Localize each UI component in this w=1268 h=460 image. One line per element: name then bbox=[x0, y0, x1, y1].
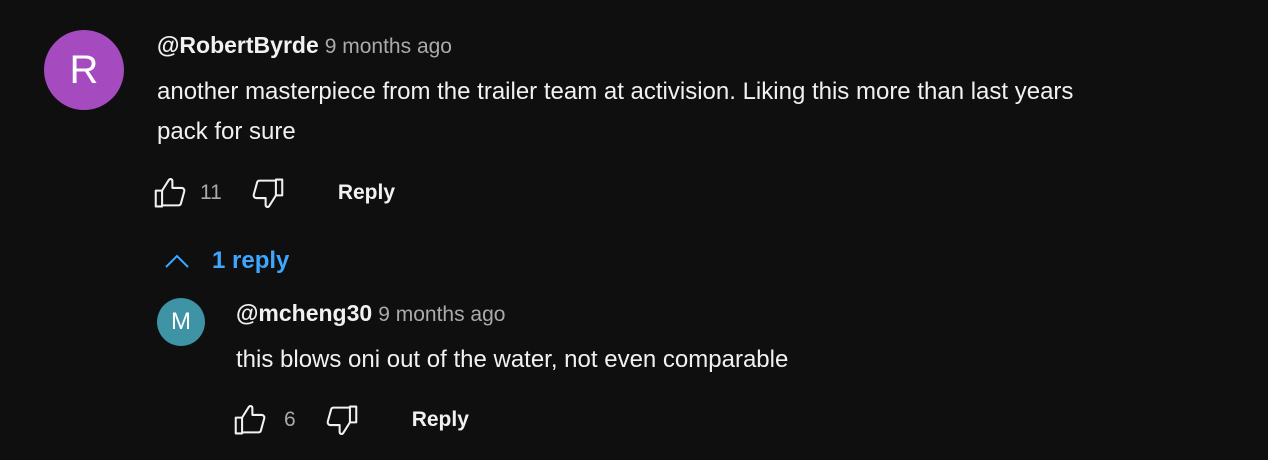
thumb-up-icon bbox=[154, 178, 186, 208]
replies-toggle-button[interactable]: 1 reply bbox=[162, 240, 289, 282]
comment-thread: R @RobertByrde 9 months ago another maste… bbox=[0, 0, 1268, 460]
reply-like-button[interactable] bbox=[230, 400, 270, 440]
comment-author[interactable]: @RobertByrde bbox=[157, 32, 319, 58]
chevron-up-icon bbox=[165, 254, 189, 268]
replies-count-label: 1 reply bbox=[212, 247, 290, 274]
avatar-letter: R bbox=[69, 47, 99, 92]
comment-text-line-2: pack for sure bbox=[157, 118, 296, 145]
reply-button[interactable]: Reply bbox=[338, 181, 395, 205]
comment-timestamp[interactable]: 9 months ago bbox=[325, 35, 452, 58]
reply-avatar-letter: M bbox=[171, 308, 191, 335]
reply-dislike-button[interactable] bbox=[322, 400, 362, 440]
reply-text: this blows oni out of the water, not eve… bbox=[236, 346, 789, 373]
reply-header: @mcheng30 9 months ago bbox=[236, 300, 505, 327]
reply-author[interactable]: @mcheng30 bbox=[236, 300, 372, 326]
comment-header: @RobertByrde 9 months ago bbox=[157, 32, 452, 59]
dislike-button[interactable] bbox=[248, 173, 288, 213]
comment-text-line-1: another masterpiece from the trailer tea… bbox=[157, 78, 1074, 105]
thumb-up-icon bbox=[234, 405, 266, 435]
thumb-down-icon bbox=[252, 178, 284, 208]
comment-actions: 11 Reply bbox=[150, 173, 395, 213]
reply-actions: 6 Reply bbox=[230, 400, 469, 440]
comment-text: another masterpiece from the trailer tea… bbox=[157, 72, 1257, 152]
thumb-down-icon bbox=[326, 405, 357, 435]
reply-reply-button[interactable]: Reply bbox=[412, 408, 469, 432]
reply-timestamp[interactable]: 9 months ago bbox=[378, 303, 505, 326]
like-button[interactable] bbox=[150, 173, 190, 213]
like-count: 11 bbox=[200, 181, 222, 204]
reply-avatar[interactable]: M bbox=[157, 298, 205, 346]
avatar[interactable]: R bbox=[44, 30, 124, 110]
reply-like-count: 6 bbox=[284, 408, 296, 431]
